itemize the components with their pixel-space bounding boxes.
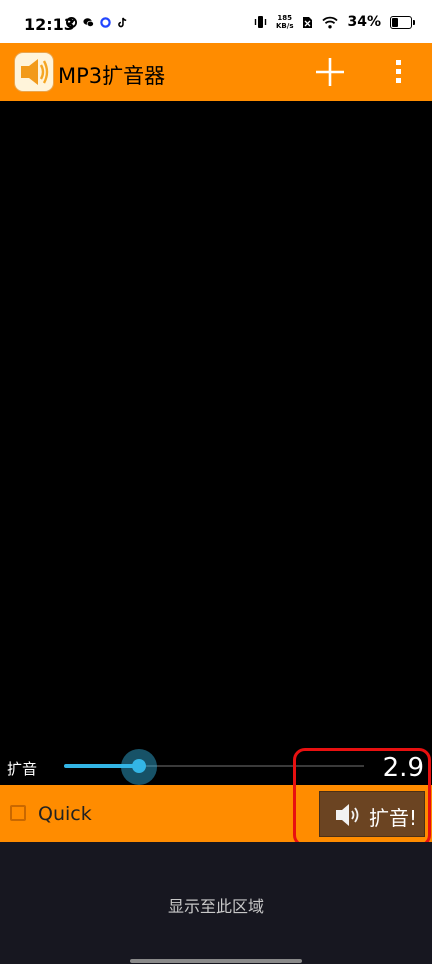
highlight-annotation	[293, 748, 431, 847]
file-list-area	[0, 101, 432, 753]
system-status: 185 KB/s 34%	[254, 14, 415, 30]
status-bar: 12:13 185 KB/s 34%	[0, 0, 432, 43]
ad-placeholder-text: 显示至此区域	[167, 897, 264, 916]
wechat-icon	[83, 18, 94, 27]
wifi-icon	[322, 16, 339, 28]
link-icon	[66, 17, 77, 28]
app-title: MP3扩音器	[58, 64, 166, 88]
more-vert-icon	[396, 60, 401, 83]
network-speed-unit: KB/s	[276, 22, 294, 30]
network-speed: 185 KB/s	[276, 14, 293, 30]
boost-slider-thumb[interactable]	[132, 759, 146, 773]
network-speed-value: 185	[277, 14, 293, 22]
boost-label: 扩音	[7, 760, 38, 778]
quick-checkbox[interactable]	[10, 805, 26, 821]
plus-icon	[316, 58, 344, 86]
app-logo-icon	[14, 52, 54, 92]
vibrate-icon	[254, 16, 267, 28]
tiktok-icon	[118, 17, 127, 28]
battery-percent: 34%	[347, 14, 381, 30]
ad-area: 显示至此区域	[0, 842, 432, 964]
notification-icons	[66, 17, 128, 28]
quick-label[interactable]: Quick	[38, 803, 92, 825]
no-sim-icon	[303, 16, 313, 28]
overflow-menu-button[interactable]	[386, 54, 412, 90]
gesture-handle[interactable]	[130, 959, 302, 963]
circle-app-icon	[100, 17, 111, 28]
app-bar: MP3扩音器	[0, 43, 432, 101]
battery-icon	[390, 15, 415, 29]
add-button[interactable]	[310, 54, 350, 90]
